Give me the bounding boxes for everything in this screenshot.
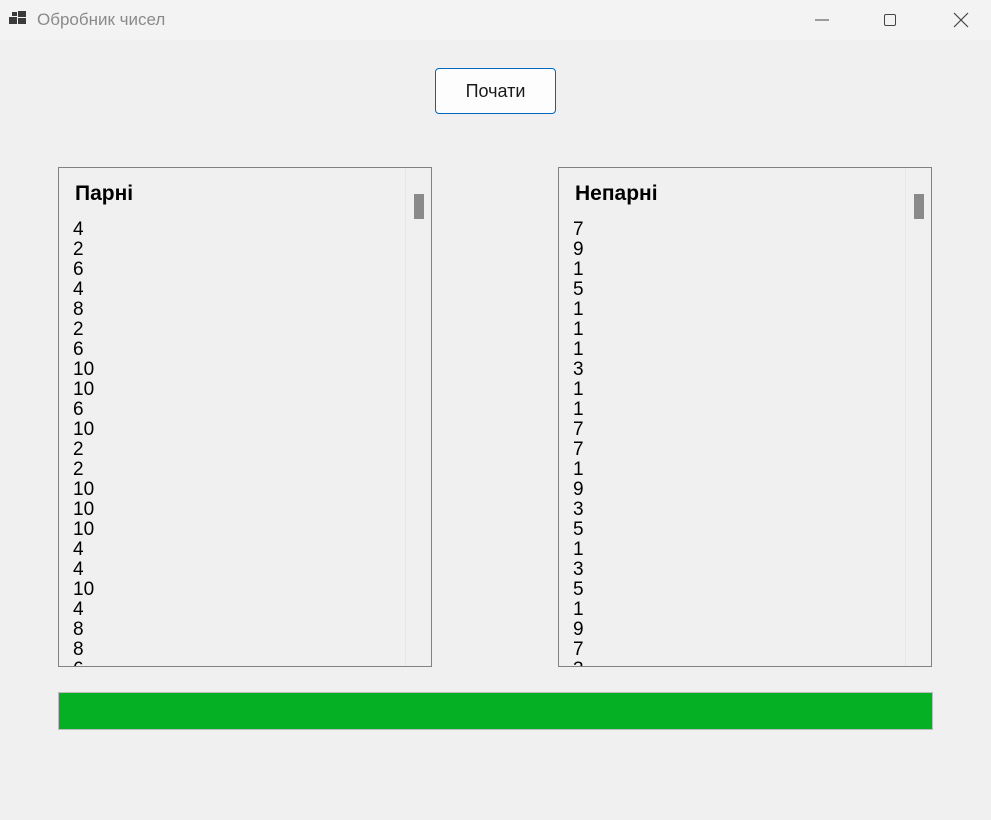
even-scroll-thumb[interactable] — [414, 194, 424, 219]
list-item[interactable]: 10 — [73, 380, 94, 400]
list-item[interactable]: 10 — [73, 480, 94, 500]
list-item[interactable]: 8 — [73, 300, 94, 320]
start-button[interactable]: Почати — [435, 68, 556, 114]
odd-items: 79151113117719351351973 — [573, 220, 584, 667]
list-item[interactable]: 2 — [73, 440, 94, 460]
list-item[interactable]: 1 — [573, 340, 584, 360]
list-item[interactable]: 1 — [573, 300, 584, 320]
even-list-header: Парні — [75, 182, 134, 205]
even-numbers-listbox[interactable]: Парні 426482610106102210101044104886 — [58, 167, 432, 667]
list-item[interactable]: 10 — [73, 500, 94, 520]
even-items: 426482610106102210101044104886 — [73, 220, 94, 667]
title-bar[interactable]: Обробник чисел — [0, 0, 991, 40]
odd-list-header: Непарні — [575, 182, 658, 205]
list-item[interactable]: 2 — [73, 460, 94, 480]
list-item[interactable]: 7 — [573, 220, 584, 240]
list-item[interactable]: 9 — [573, 240, 584, 260]
list-item[interactable]: 3 — [573, 360, 584, 380]
list-item[interactable]: 3 — [573, 560, 584, 580]
maximize-icon — [884, 14, 896, 26]
list-item[interactable]: 8 — [73, 620, 94, 640]
list-item[interactable]: 7 — [573, 420, 584, 440]
list-item[interactable]: 10 — [73, 520, 94, 540]
list-item[interactable]: 6 — [73, 340, 94, 360]
close-icon — [953, 12, 969, 28]
app-window-icon — [9, 11, 26, 24]
list-item[interactable]: 4 — [73, 280, 94, 300]
maximize-button[interactable] — [867, 0, 913, 40]
list-item[interactable]: 1 — [573, 380, 584, 400]
list-item[interactable]: 4 — [73, 560, 94, 580]
even-list-content: Парні 426482610106102210101044104886 — [59, 168, 405, 666]
minimize-button[interactable] — [799, 0, 845, 40]
list-item[interactable]: 1 — [573, 600, 584, 620]
list-item[interactable]: 2 — [73, 240, 94, 260]
list-item[interactable]: 7 — [573, 640, 584, 660]
minimize-icon — [815, 19, 829, 21]
list-item[interactable]: 5 — [573, 280, 584, 300]
list-item[interactable]: 8 — [73, 640, 94, 660]
list-item[interactable]: 10 — [73, 360, 94, 380]
list-item[interactable]: 9 — [573, 620, 584, 640]
list-item[interactable]: 4 — [73, 600, 94, 620]
list-item[interactable]: 1 — [573, 260, 584, 280]
close-button[interactable] — [938, 0, 984, 40]
list-item[interactable]: 1 — [573, 540, 584, 560]
list-item[interactable]: 6 — [73, 660, 94, 667]
list-item[interactable]: 1 — [573, 320, 584, 340]
even-list-scrollbar[interactable] — [405, 168, 431, 666]
list-item[interactable]: 3 — [573, 500, 584, 520]
list-item[interactable]: 4 — [73, 220, 94, 240]
odd-scroll-thumb[interactable] — [914, 194, 924, 219]
odd-numbers-listbox[interactable]: Непарні 79151113117719351351973 — [558, 167, 932, 667]
main-window: Обробник чисел Почати Парні 4 2 6 4 8 2 6 10 10 6… — [0, 0, 991, 820]
list-item[interactable]: 5 — [573, 580, 584, 600]
list-item[interactable]: 4 — [73, 540, 94, 560]
list-item[interactable]: 1 — [573, 460, 584, 480]
odd-list-scrollbar[interactable] — [905, 168, 931, 666]
list-item[interactable]: 1 — [573, 400, 584, 420]
list-item[interactable]: 3 — [573, 660, 584, 667]
list-item[interactable]: 10 — [73, 420, 94, 440]
odd-list-content: Непарні 79151113117719351351973 — [559, 168, 905, 666]
list-item[interactable]: 10 — [73, 580, 94, 600]
list-item[interactable]: 9 — [573, 480, 584, 500]
list-item[interactable]: 6 — [73, 260, 94, 280]
window-title: Обробник чисел — [37, 10, 166, 29]
list-item[interactable]: 7 — [573, 440, 584, 460]
list-item[interactable]: 6 — [73, 400, 94, 420]
progress-bar — [58, 692, 933, 730]
list-item[interactable]: 5 — [573, 520, 584, 540]
list-item[interactable]: 2 — [73, 320, 94, 340]
progress-fill — [59, 693, 932, 729]
